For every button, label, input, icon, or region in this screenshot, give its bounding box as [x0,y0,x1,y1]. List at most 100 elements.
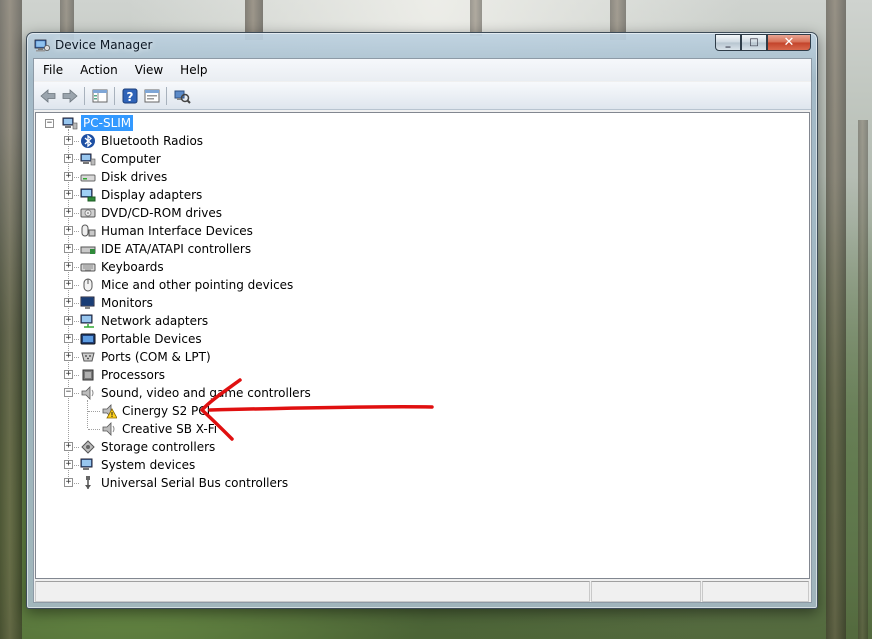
status-segment [702,581,809,602]
status-segment [591,581,701,602]
tree-expander[interactable]: + [64,172,73,181]
tree-category[interactable]: + Monitors [63,294,155,312]
tree-expander[interactable]: − [45,118,54,128]
device-manager-icon [34,39,50,52]
tree-category-label: Universal Serial Bus controllers [101,476,289,490]
tree-category-label: Disk drives [101,170,168,184]
tree-category[interactable]: + Portable Devices [63,330,204,348]
tree-category[interactable]: + Processors [63,366,167,384]
title-bar[interactable]: Device Manager _ □ ✕ [27,33,817,59]
menu-action[interactable]: Action [71,59,126,81]
tree-connector [88,411,100,412]
tree-category-label: Human Interface Devices [101,224,253,238]
tree-category[interactable]: + Ports (COM & LPT) [63,348,213,366]
close-button[interactable]: ✕ [767,34,811,51]
back-icon[interactable] [39,87,57,105]
computer-icon [80,153,96,166]
menu-file[interactable]: File [34,59,71,81]
tree-category[interactable]: + Computer [63,150,163,168]
tree-expander[interactable]: − [64,388,73,397]
tree-expander[interactable]: + [64,442,73,451]
properties-icon[interactable] [143,87,161,105]
tree-category[interactable]: + Bluetooth Radios [63,132,205,150]
tree-expander[interactable]: + [64,190,73,199]
menu-bar: File Action View Help [34,59,811,81]
menu-help[interactable]: Help [171,59,215,81]
tree-category[interactable]: + Human Interface Devices [63,222,255,240]
forward-icon[interactable] [61,87,79,105]
tree-category-label: Monitors [101,296,153,310]
tree-category[interactable]: + Network adapters [63,312,210,330]
tree-category-label: Keyboards [101,260,164,274]
tree-expander[interactable]: + [64,298,73,307]
device-manager-window: Device Manager _ □ ✕ File Action View He… [26,32,818,609]
status-segment [35,581,590,602]
mouse-icon [83,278,93,292]
disk-drive-icon [80,174,96,182]
tree-expander[interactable]: + [64,352,73,361]
speaker-icon [102,422,115,436]
toolbar-separator [84,87,85,105]
window-title: Device Manager [55,38,153,52]
tree-category[interactable]: + Keyboards [63,258,166,276]
toolbar-separator [166,87,167,105]
tree-category[interactable]: + Display adapters [63,186,204,204]
tree-expander[interactable]: + [64,154,73,163]
tree-category-label: Network adapters [101,314,209,328]
tree-category-label: Ports (COM & LPT) [101,350,211,364]
tree-expander[interactable]: + [64,244,73,253]
monitor-icon [80,296,95,309]
wallpaper-tree [0,0,22,639]
portable-device-icon [80,333,96,345]
tree-expander[interactable]: + [64,334,73,343]
tree-expander[interactable]: + [64,136,73,145]
tree-category[interactable]: + Universal Serial Bus controllers [63,474,290,492]
tree-category[interactable]: + DVD/CD-ROM drives [63,204,224,222]
wallpaper-tree [826,0,846,639]
help-icon[interactable]: ? [121,87,139,105]
tree-expander[interactable]: + [64,316,73,325]
tree-expander[interactable]: + [64,226,73,235]
tree-category-label: IDE ATA/ATAPI controllers [101,242,252,256]
maximize-button[interactable]: □ [741,34,767,51]
tree-category[interactable]: + Disk drives [63,168,169,186]
tree-category-label: System devices [101,458,196,472]
tree-expander[interactable]: + [64,280,73,289]
menu-view[interactable]: View [126,59,171,81]
processor-icon [82,369,94,381]
minimize-button[interactable]: _ [715,34,741,51]
keyboard-icon [80,263,96,272]
system-device-icon [80,458,93,470]
toolbar-separator [114,87,115,105]
usb-icon [85,476,91,489]
ide-controller-icon [80,246,96,254]
tree-expander[interactable]: + [64,460,73,469]
tree-root[interactable]: − PC-SLIM [45,114,134,132]
tree-expander[interactable]: + [64,478,73,487]
tree-category-label: Bluetooth Radios [101,134,204,148]
tree-root-label: PC-SLIM [81,115,134,131]
tree-expander[interactable]: + [64,262,73,271]
toolbar: ? [34,82,811,110]
tree-category-label: Processors [101,368,166,382]
tree-category[interactable]: + Mice and other pointing devices [63,276,295,294]
scan-hardware-icon[interactable] [173,87,191,105]
tree-expander[interactable]: + [64,370,73,379]
speaker-icon [81,386,94,400]
storage-controller-icon [81,440,95,454]
device-tree[interactable]: − PC-SLIM + Bluetooth Radios + Computer + Dis… [35,112,810,579]
tree-category-label: DVD/CD-ROM drives [101,206,223,220]
bluetooth-icon [81,134,95,148]
dvd-drive-icon [80,208,96,218]
svg-text:?: ? [127,90,134,104]
caption-buttons: _ □ ✕ [715,34,811,52]
status-bar [35,581,810,602]
window-client-area: File Action View Help ? − PC-SLIM + Blue… [33,58,812,603]
tree-expander[interactable]: + [64,208,73,217]
show-hide-tree-icon[interactable] [91,87,109,105]
tree-connector [88,429,100,430]
tree-category[interactable]: + IDE ATA/ATAPI controllers [63,240,253,258]
tree-category-label: Computer [101,152,161,166]
tree-category[interactable]: + System devices [63,456,197,474]
port-icon [81,352,95,362]
